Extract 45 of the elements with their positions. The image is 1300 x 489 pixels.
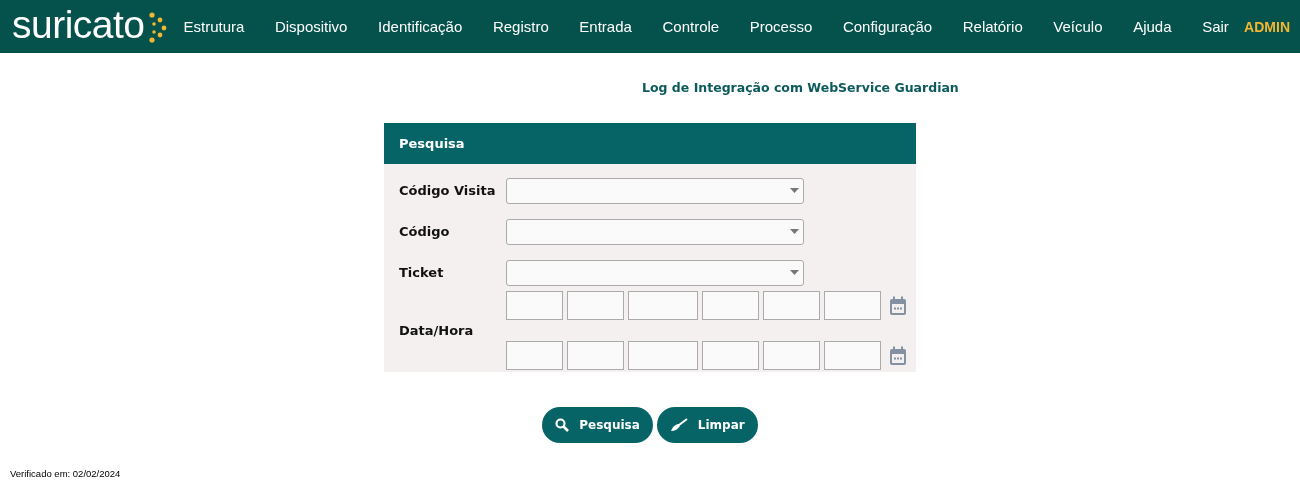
menu-item[interactable]: Processo <box>734 18 828 35</box>
menu-item[interactable]: Registro <box>477 18 565 35</box>
action-button[interactable]: Limpar <box>656 407 758 443</box>
menu-item[interactable]: Ajuda <box>1117 18 1187 35</box>
menu-item[interactable]: Veículo <box>1038 18 1118 35</box>
field-label: Ticket <box>398 265 445 280</box>
date-part-field[interactable] <box>567 341 624 370</box>
date-part-field[interactable] <box>506 291 563 320</box>
date-part-field[interactable] <box>763 341 820 370</box>
panel-title: Pesquisa <box>399 136 465 151</box>
dropdown-caret-icon <box>790 270 799 275</box>
dropdown-field[interactable] <box>506 259 804 286</box>
user-name[interactable]: ADMIN <box>1244 18 1290 35</box>
menu-item[interactable]: Relatório <box>947 18 1039 35</box>
date-part-field[interactable] <box>702 341 759 370</box>
date-part-field[interactable] <box>824 291 881 320</box>
date-part-field[interactable] <box>763 291 820 320</box>
broom-icon <box>669 418 688 432</box>
search-icon <box>555 418 570 432</box>
field-label: Código <box>398 224 451 239</box>
action-button[interactable]: Pesquisa <box>542 407 653 443</box>
logo-text[interactable]: suricato <box>12 5 145 48</box>
date-part-field[interactable] <box>628 291 698 320</box>
menu-item[interactable]: Sair <box>1186 18 1245 35</box>
dropdown-caret-icon <box>790 188 799 193</box>
date-part-field[interactable] <box>506 341 563 370</box>
dropdown-field[interactable] <box>506 218 804 245</box>
menu-item[interactable]: Dispositivo <box>259 18 363 35</box>
menu-item[interactable]: Estrutura <box>168 18 260 35</box>
date-part-field[interactable] <box>628 341 698 370</box>
dropdown-field[interactable] <box>506 177 804 204</box>
menu-item[interactable]: Entrada <box>564 18 648 35</box>
menu-item[interactable]: Configuração <box>827 18 948 35</box>
menu-item[interactable]: Controle <box>647 18 735 35</box>
date-part-field[interactable] <box>567 291 624 320</box>
date-part-field[interactable] <box>702 291 759 320</box>
field-label: Código Visita <box>398 183 497 198</box>
calendar-icon[interactable] <box>889 295 907 316</box>
dropdown-caret-icon <box>790 229 799 234</box>
menu-item[interactable]: Identificação <box>362 18 478 35</box>
calendar-icon[interactable] <box>889 345 907 366</box>
date-part-field[interactable] <box>824 341 881 370</box>
field-label: Data/Hora <box>398 323 475 338</box>
verified-date-text: Verificado em: 02/02/2024 <box>10 468 121 479</box>
page-title: Log de Integração com WebService Guardian <box>642 80 960 97</box>
